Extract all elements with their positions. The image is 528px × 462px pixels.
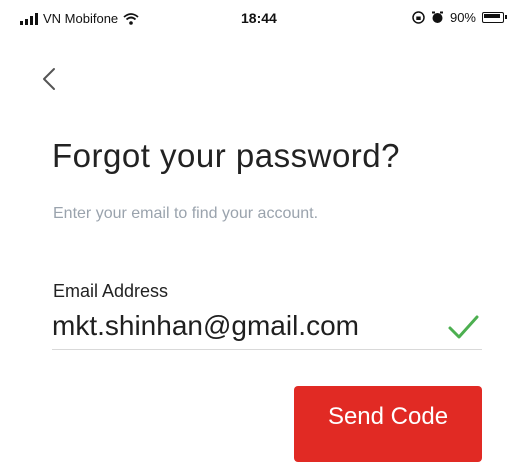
rotation-lock-icon	[412, 11, 425, 24]
chevron-left-icon	[43, 68, 55, 90]
carrier-name: VN Mobifone	[43, 11, 119, 26]
status-bar: VN Mobifone 18:44 90%	[0, 0, 528, 40]
status-time: 18:44	[241, 10, 277, 26]
battery-percent: 90%	[449, 10, 476, 25]
signal-icon	[20, 12, 38, 25]
email-field[interactable]	[52, 306, 432, 346]
battery-icon	[482, 12, 507, 23]
send-code-button[interactable]: Send Code	[294, 386, 482, 462]
wifi-icon	[123, 12, 139, 25]
status-right: 90%	[412, 10, 507, 25]
email-field-label: Email Address	[53, 281, 169, 301]
page-subtitle: Enter your email to find your account.	[53, 205, 319, 222]
back-button[interactable]	[34, 62, 64, 96]
alarm-icon	[431, 11, 443, 23]
checkmark-icon	[448, 315, 479, 339]
page-title: Forgot your password?	[52, 137, 400, 174]
email-field-underline	[52, 349, 482, 350]
status-left: VN Mobifone	[20, 11, 139, 26]
